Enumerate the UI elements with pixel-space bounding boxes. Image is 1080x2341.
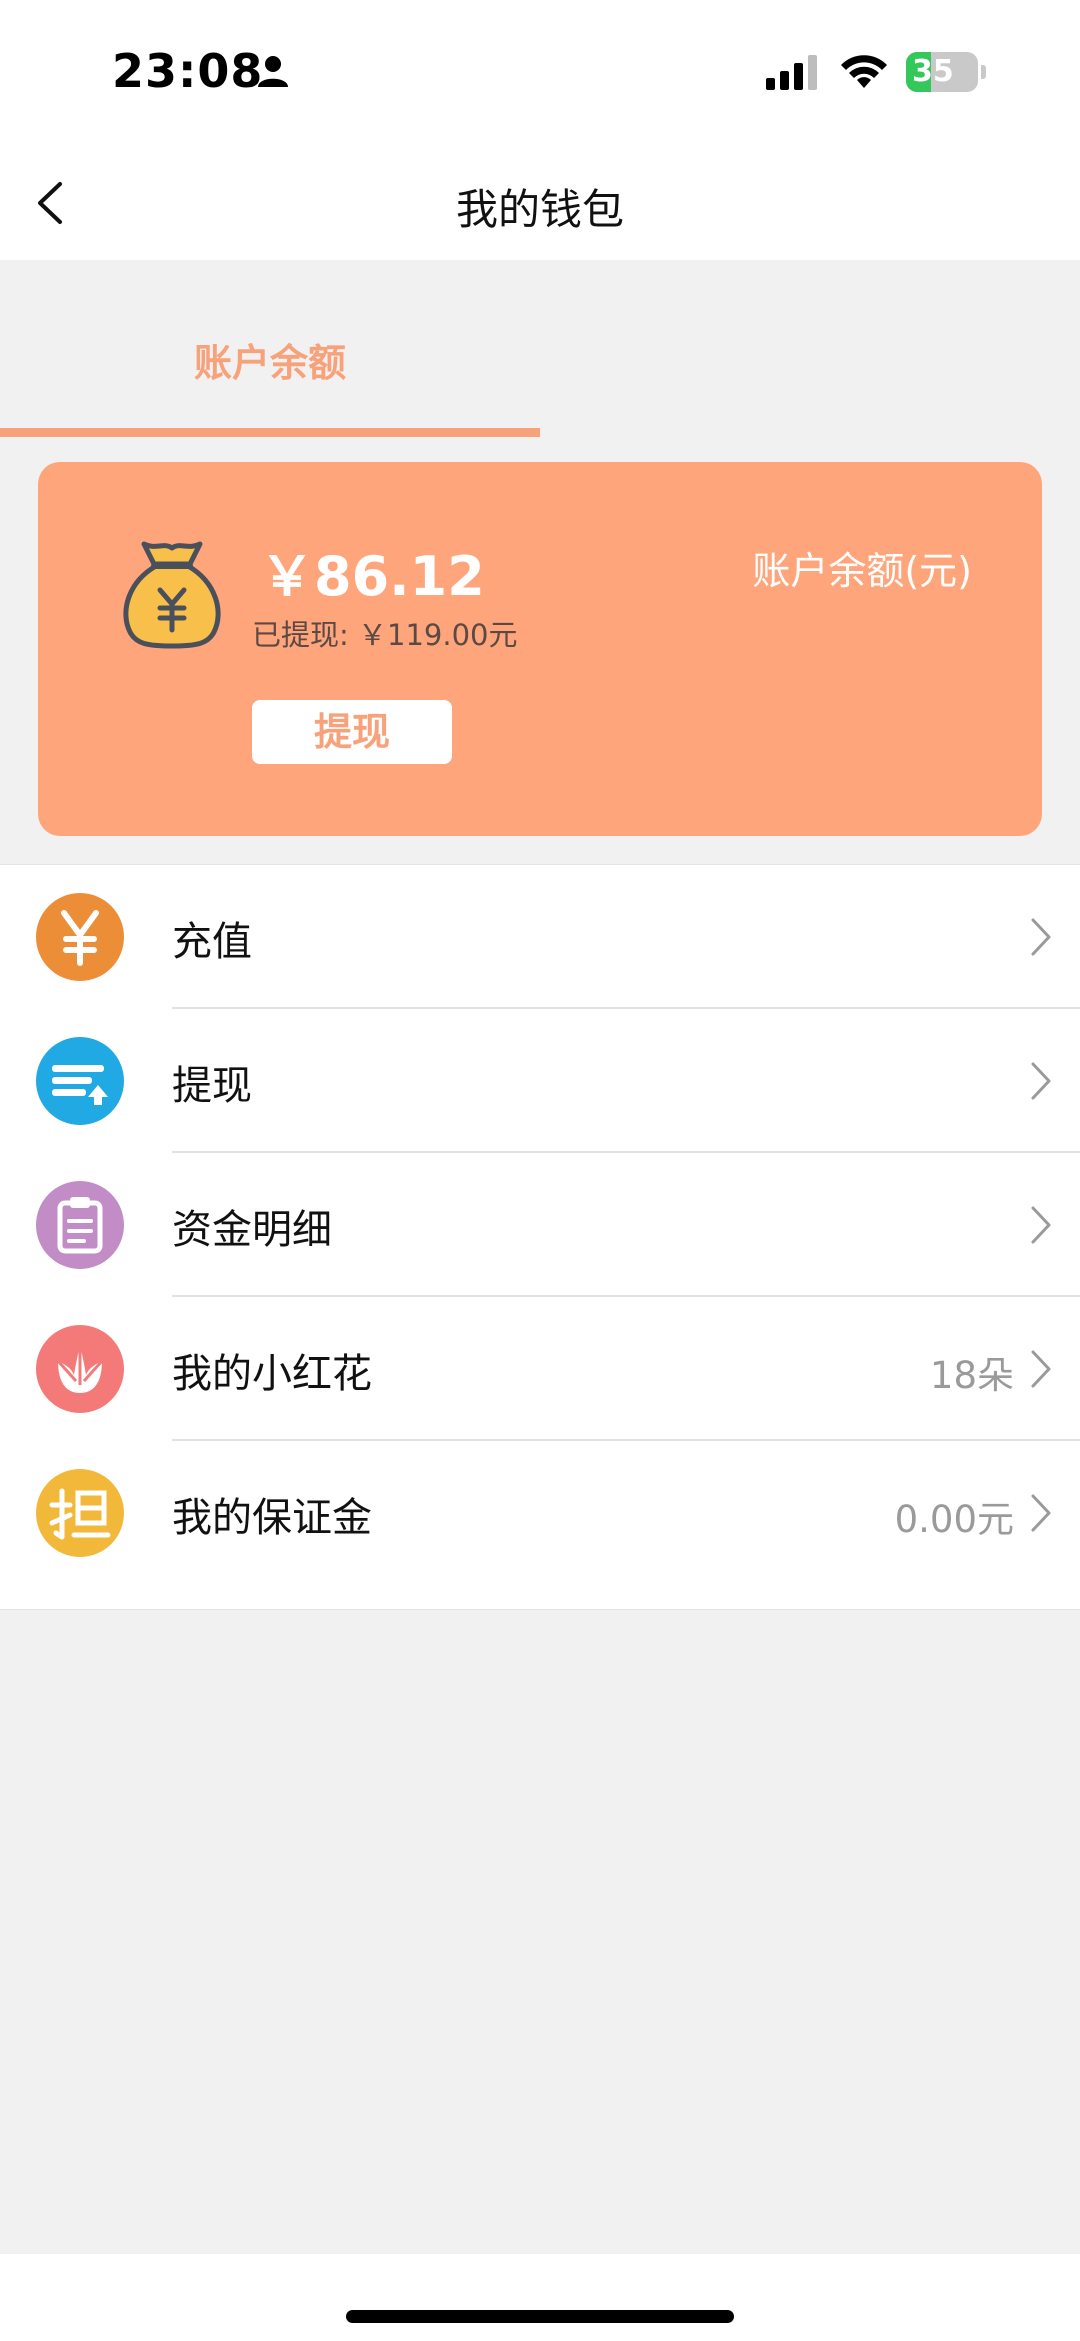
chevron-right-icon (1030, 1493, 1052, 1537)
menu-item-recharge[interactable]: 充值 (0, 865, 1080, 1009)
menu-item-fund-details[interactable]: 资金明细 (0, 1153, 1080, 1297)
battery-charging-icon: 35 (906, 52, 986, 92)
tab-account-balance[interactable]: 账户余额 (0, 332, 540, 387)
signal-icon (764, 54, 820, 94)
menu-label: 资金明细 (172, 1207, 332, 1253)
tab-indicator (0, 428, 540, 437)
balance-card: ￥86.12 账户余额(元) 已提现: ￥119.00元 提现 (38, 462, 1042, 836)
tab-bar: 账户余额 (0, 260, 1080, 440)
withdrawn-value: ￥119.00元 (358, 618, 518, 652)
deposit-amount: 0.00元 (894, 1498, 1014, 1541)
balance-amount: ￥86.12 (260, 545, 485, 608)
chevron-right-icon (1030, 917, 1052, 961)
money-bag-icon (120, 538, 224, 654)
status-time: 23:08 (112, 44, 264, 98)
yen-icon (36, 893, 124, 981)
menu-item-deposit[interactable]: 我的保证金 0.00元 (0, 1441, 1080, 1585)
chevron-right-icon (1030, 1205, 1052, 1249)
guarantee-dan-icon (36, 1469, 124, 1557)
menu-label: 我的保证金 (172, 1495, 372, 1541)
chevron-right-icon (1030, 1349, 1052, 1393)
home-indicator-area (0, 2254, 1080, 2341)
withdrawn-total: 已提现: ￥119.00元 (252, 612, 517, 654)
page-title: 我的钱包 (455, 185, 624, 234)
home-indicator[interactable] (346, 2310, 734, 2323)
menu-label: 提现 (172, 1063, 252, 1109)
menu-label: 我的小红花 (172, 1351, 372, 1397)
balance-label: 账户余额(元) (752, 549, 972, 593)
wallet-menu-list: 充值 提现 资金明细 我的小红花 18朵 我的保证金 0.00元 (0, 864, 1080, 1610)
withdraw-button[interactable]: 提现 (252, 700, 452, 764)
withdraw-upload-icon (36, 1037, 124, 1125)
flower-icon (36, 1325, 124, 1413)
red-flower-count: 18朵 (929, 1354, 1014, 1397)
chevron-right-icon (1030, 1061, 1052, 1105)
menu-item-withdraw[interactable]: 提现 (0, 1009, 1080, 1153)
menu-label: 充值 (172, 919, 252, 965)
clipboard-icon (36, 1181, 124, 1269)
wifi-icon (838, 50, 890, 94)
person-icon (256, 54, 290, 92)
withdrawn-label: 已提现: (252, 618, 358, 652)
nav-bar: 我的钱包 (0, 140, 1080, 260)
status-bar: 23:08 35 (0, 0, 1080, 140)
menu-item-red-flowers[interactable]: 我的小红花 18朵 (0, 1297, 1080, 1441)
battery-percent: 35 (912, 54, 954, 89)
